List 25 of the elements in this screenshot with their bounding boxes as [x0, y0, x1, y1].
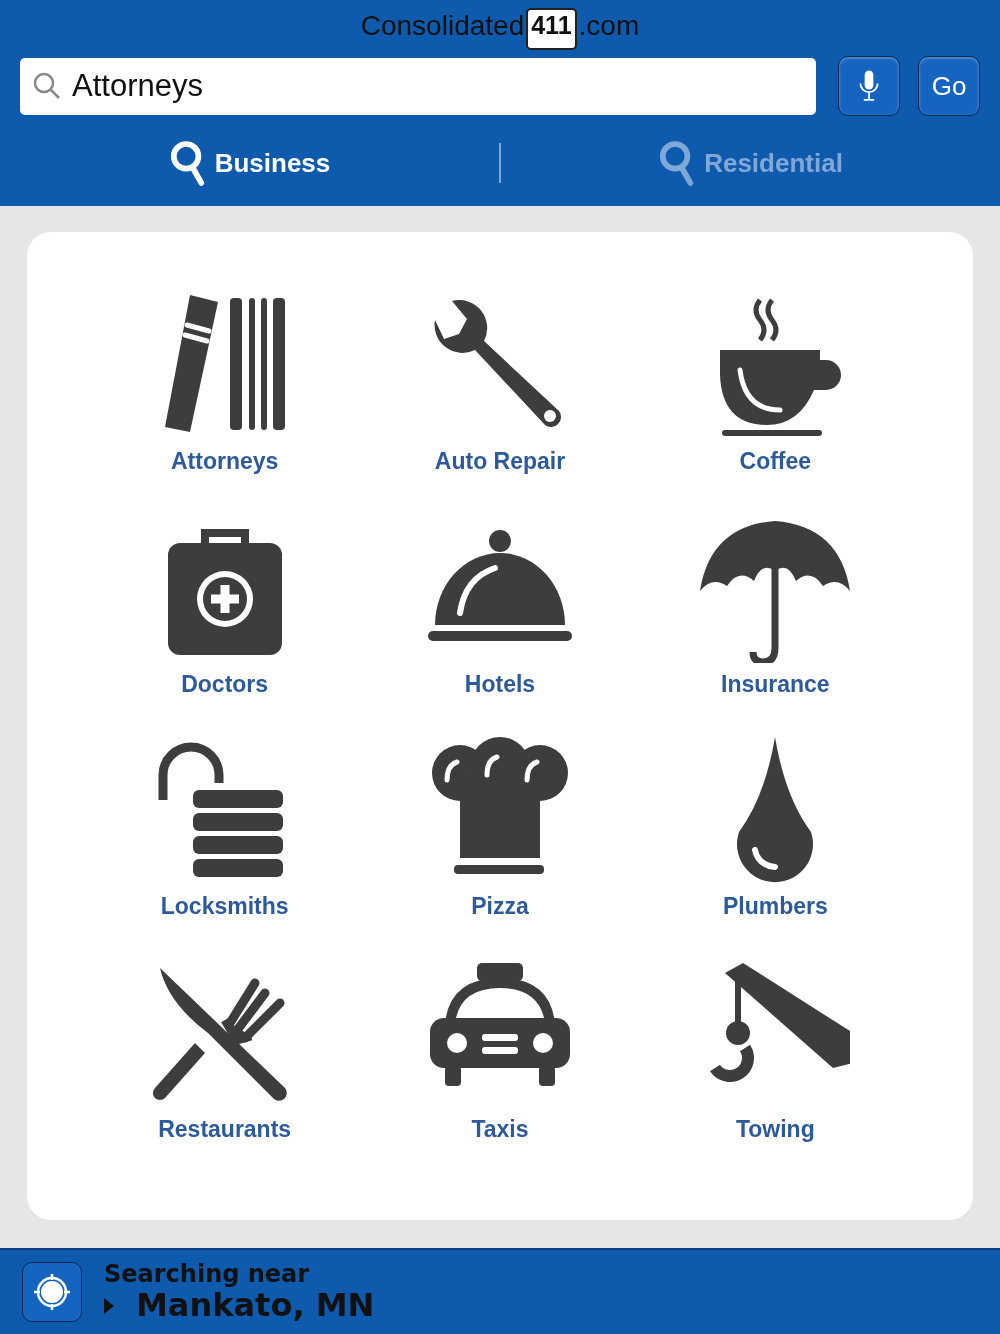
category-label[interactable]: Auto Repair — [434, 448, 566, 475]
locate-button[interactable] — [22, 1262, 82, 1322]
category-label[interactable]: Doctors — [181, 670, 269, 698]
logo-text: Consolidated — [360, 10, 525, 42]
microphone-icon — [856, 68, 882, 104]
logo-badge: 411 — [526, 8, 577, 50]
category-label[interactable]: Towing — [735, 1115, 815, 1143]
category-label[interactable]: Restaurants — [158, 1115, 292, 1143]
category-label[interactable]: Coffee — [739, 448, 812, 475]
microphone-button[interactable] — [838, 56, 900, 116]
category-label[interactable]: Attorneys — [171, 448, 279, 475]
go-button[interactable]: Go — [918, 56, 980, 116]
searching-near-label: Searching near — [104, 1260, 311, 1289]
category-label[interactable]: Locksmiths — [160, 893, 289, 920]
category-label[interactable]: Hotels — [464, 670, 536, 698]
category-label[interactable]: Plumbers — [722, 893, 828, 920]
category-label[interactable]: Taxis — [471, 1115, 529, 1143]
disclosure-arrow-icon[interactable] — [104, 1298, 114, 1314]
search-field[interactable]: Attorneys — [20, 57, 816, 115]
search-icon — [168, 138, 207, 188]
crosshair-icon — [32, 1272, 72, 1312]
tab[interactable]: Business — [0, 137, 499, 189]
category-label[interactable]: Insurance — [721, 670, 830, 698]
logo-text: .com — [578, 10, 640, 42]
category-label[interactable]: Pizza — [471, 893, 529, 920]
